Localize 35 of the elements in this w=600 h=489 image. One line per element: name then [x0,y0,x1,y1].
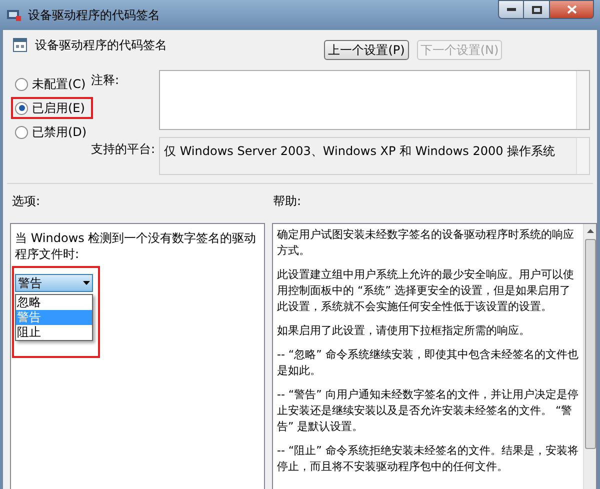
help-heading: 帮助: [273,193,302,210]
caret-icon [83,281,90,285]
app-icon [6,8,22,22]
close-icon [566,5,576,14]
help-paragraph: 确定用户试图安装未经数字签名的设备驱动程序时系统的响应方式。 [277,227,575,259]
help-paragraph: -- “阻止” 命令系统拒绝安装未经签名的文件。结果是，安装将停止，而且将不安装驱动程序包中的任何文件。 [277,443,579,475]
scrollbar[interactable] [576,71,589,129]
radio-option[interactable]: 未配置(C) [13,75,91,93]
platform-text: 仅 Windows Server 2003、Windows XP 和 Windows 2000 操作系统 [163,143,556,160]
radio-option[interactable]: 已启用(E) [13,99,91,117]
settings-page-icon [13,38,27,52]
comment-field[interactable] [159,70,590,130]
comment-label: 注释: [91,72,120,89]
minimize-button[interactable] [498,0,524,19]
dropdown[interactable]: 警告 [15,274,93,292]
help-paragraph: -- “警告” 向用户通知未经数字签名的文件，并让用户决定是停止安装还是继续安装以及是否允许安装未经签名的文件。 “警告” 是默认设置。 [277,387,579,435]
scrollbar[interactable] [583,224,596,489]
scrollbar[interactable] [576,138,589,174]
dropdown-option[interactable]: 忽略 [16,295,92,310]
dropdown-option[interactable]: 阻止 [16,325,92,340]
options-heading: 选项: [12,193,42,210]
window-title: 设备驱动程序的代码签名 [28,7,160,24]
radio-option[interactable]: 已禁用(D) [13,123,91,141]
maximize-icon [532,6,542,14]
nav-button[interactable]: 上一个设置(P) [324,40,409,60]
help-paragraph: 如果启用了此设置，请使用下拉框指定所需的响应。 [277,323,531,339]
option-prompt: 当 Windows 检测到一个没有数字签名的驱动程序文件时: [15,230,258,262]
platform-label: 支持的平台: [91,141,156,158]
close-button[interactable] [550,0,594,19]
minimize-icon [506,8,516,11]
help-paragraph: -- “忽略” 命令系统继续安装，即使其中包含未经签名的文件也是如此。 [277,347,579,379]
policy-title: 设备驱动程序的代码签名 [35,37,167,54]
help-paragraph: 此设置建立组中用户系统上允许的最少安全响应。用户可以使用控制面板中的 “系统” 选择更安全的设置，但是如果启用了此设置，系统就不会实施任何安全性低于该设置的设置。 [277,267,575,315]
maximize-button[interactable] [524,0,550,19]
scroll-up-icon[interactable] [586,229,594,233]
